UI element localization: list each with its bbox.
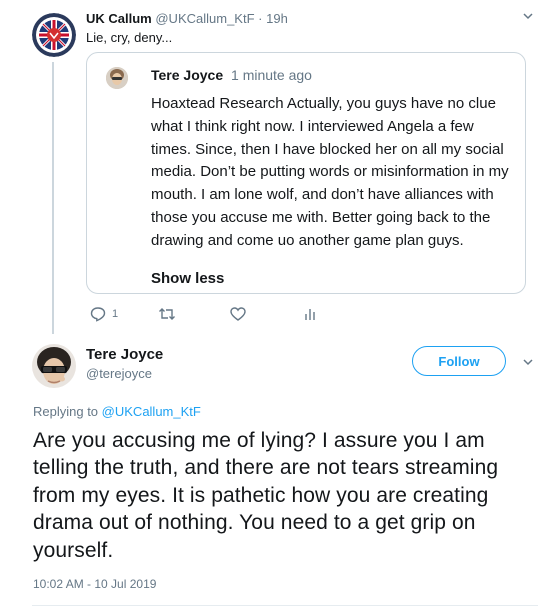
parent-author-handle[interactable]: @UKCallum_KtF [155,11,254,26]
replying-to-link[interactable]: @UKCallum_KtF [102,404,201,419]
analytics-button[interactable] [302,305,318,323]
quoted-comment-card[interactable]: Tere Joyce 1 minute ago Hoaxtead Researc… [86,52,526,294]
like-button[interactable] [230,305,246,323]
parent-tweet[interactable]: UK Callum @UKCallum_KtF · 19h Lie, cry, … [0,0,538,334]
quoted-time: 1 minute ago [231,67,312,83]
parent-action-bar: 1 [86,305,346,325]
parent-tweet-header: UK Callum @UKCallum_KtF · 19h [86,11,288,26]
divider [32,605,538,606]
replying-to-line: Replying to @UKCallum_KtF [33,404,201,419]
quoted-author-avatar [106,67,128,89]
chevron-down-icon[interactable] [522,356,534,371]
parent-tweet-text: Lie, cry, deny... [86,30,173,45]
main-tweet-header: Tere Joyce @terejoyce Follow [0,340,538,400]
retweet-button[interactable] [158,305,176,323]
parent-tweet-time[interactable]: 19h [266,11,288,26]
analytics-icon [302,306,318,322]
main-tweet-timestamp[interactable]: 10:02 AM - 10 Jul 2019 [33,577,156,591]
main-tweet-text: Are you accusing me of lying? I assure y… [33,429,499,562]
header-separator: · [258,11,263,26]
quoted-author-name: Tere Joyce [151,67,224,83]
main-author-handle[interactable]: @terejoyce [86,366,152,381]
uk-callum-avatar[interactable] [32,13,76,57]
reply-button[interactable]: 1 [90,305,118,323]
quoted-header: Tere Joyce 1 minute ago [151,67,312,83]
chevron-down-icon[interactable] [522,10,534,25]
replying-prefix: Replying to [33,404,99,419]
main-author-name[interactable]: Tere Joyce [86,346,163,363]
tere-joyce-avatar[interactable] [32,344,76,388]
heart-icon [230,306,246,322]
quoted-text: Hoaxtead Research Actually, you guys hav… [151,95,509,249]
follow-button[interactable]: Follow [412,346,506,376]
show-less-link[interactable]: Show less [151,270,224,287]
parent-author-name[interactable]: UK Callum [86,11,152,26]
retweet-icon [158,306,176,322]
thread-line [52,62,54,334]
reply-icon [90,306,106,322]
reply-count: 1 [112,308,119,320]
